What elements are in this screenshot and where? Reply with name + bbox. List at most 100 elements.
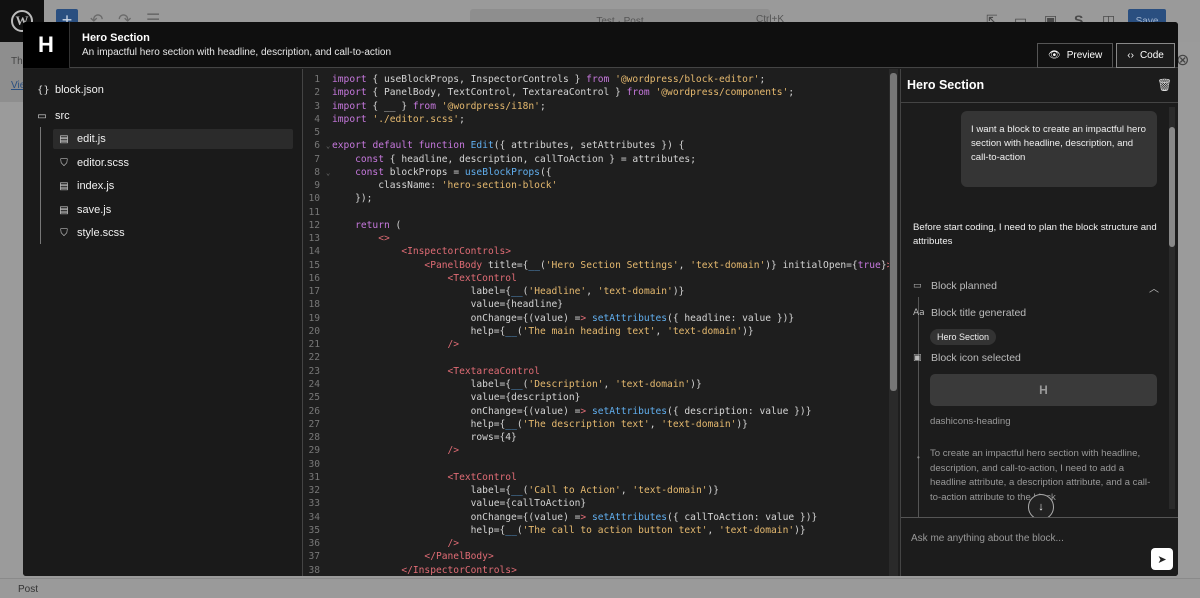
tab-preview-label: Preview (1066, 50, 1103, 61)
code-text: value={headline} (470, 299, 564, 311)
file-editor-scss[interactable]: ⛉ editor.scss (59, 153, 129, 173)
send-button[interactable]: ➤ (1151, 548, 1173, 570)
modal-description: An impactful hero section with headline,… (82, 47, 392, 58)
calendar-icon: ▭ (913, 281, 922, 291)
code-line[interactable]: 26 onChange={(value) => setAttributes({ … (304, 405, 894, 418)
code-text: return ( (355, 219, 402, 231)
code-text: label={__('Headline', 'text-domain')} (470, 286, 685, 298)
file-label: editor.scss (77, 157, 129, 169)
tab-code[interactable]: ‹› Code (1116, 43, 1175, 68)
code-line[interactable]: 1 import { useBlockProps, InspectorContro… (304, 73, 894, 86)
bullet-dot: • (917, 453, 920, 462)
folder-label: src (55, 110, 70, 122)
code-line[interactable]: 17 label={__('Headline', 'text-domain')} (304, 285, 894, 298)
chat-input[interactable] (911, 530, 1131, 546)
modal-header: H Hero Section An impactful hero section… (23, 22, 1178, 68)
code-line[interactable]: 22 (304, 351, 894, 364)
line-number: 35 (308, 524, 320, 536)
step-label: Block planned (931, 280, 997, 292)
code-line[interactable]: 9 className: 'hero-section-block' (304, 179, 894, 192)
folder-src[interactable]: ▭ src (37, 106, 70, 126)
line-number: 16 (308, 272, 320, 284)
code-line[interactable]: 4 import './editor.scss'; (304, 113, 894, 126)
code-line[interactable]: 2 import { PanelBody, TextControl, Textar… (304, 86, 894, 99)
code-line[interactable]: 13 <> (304, 232, 894, 245)
code-text: import { useBlockProps, InspectorControl… (332, 74, 766, 85)
line-number: 25 (308, 392, 320, 404)
line-number: 13 (308, 233, 320, 245)
block-builder-modal: H Hero Section An impactful hero section… (23, 22, 1178, 576)
tab-preview[interactable]: 👁 Preview (1037, 43, 1114, 68)
step-block-planned[interactable]: ▭ Block planned (913, 280, 997, 292)
chevron-up-icon[interactable]: ︿ (1149, 280, 1159, 295)
file-index-js[interactable]: ▤ index.js (59, 176, 114, 196)
chat-scrollbar-thumb[interactable] (1169, 127, 1175, 247)
close-notice-icon[interactable]: ⊗ (1176, 50, 1189, 70)
js-file-icon: ▤ (59, 180, 69, 192)
code-line[interactable]: 32 label={__('Call to Action', 'text-dom… (304, 484, 894, 497)
code-line[interactable]: 18 value={headline} (304, 298, 894, 311)
code-line[interactable]: 12 return ( (304, 219, 894, 232)
line-number: 17 (308, 286, 320, 298)
code-text: import { PanelBody, TextControl, Textare… (332, 87, 795, 99)
line-number: 11 (308, 206, 320, 218)
code-line[interactable]: 7 const { headline, description, callToA… (304, 153, 894, 166)
code-line[interactable]: 15 <PanelBody title={__('Hero Section Se… (304, 259, 894, 272)
image-icon: ▣ (913, 353, 922, 363)
assistant-header: Hero Section 🗑 (901, 69, 1178, 103)
code-line[interactable]: 14 <InspectorControls> (304, 245, 894, 258)
file-edit-js[interactable]: ▤ edit.js (53, 129, 293, 149)
chat-input-area: ➤ (901, 517, 1178, 576)
code-line[interactable]: 19 onChange={(value) => setAttributes({ … (304, 312, 894, 325)
code-line[interactable]: 28 rows={4} (304, 431, 894, 444)
line-number: 10 (308, 193, 320, 205)
code-line[interactable]: 36 /> (304, 537, 894, 550)
code-line[interactable]: 6 ⌄ export default function Edit({ attribu… (304, 139, 894, 152)
code-line[interactable]: 3 import { __ } from '@wordpress/i18n'; (304, 100, 894, 113)
code-line[interactable]: 30 (304, 458, 894, 471)
user-message: I want a block to create an impactful he… (961, 111, 1157, 187)
code-line[interactable]: 27 help={__('The description text', 'tex… (304, 418, 894, 431)
code-scrollbar-thumb[interactable] (890, 73, 897, 391)
code-line[interactable]: 23 <TextareaControl (304, 365, 894, 378)
code-text: /> (447, 339, 460, 351)
code-line[interactable]: 11 (304, 206, 894, 219)
line-number: 34 (308, 511, 320, 523)
steps-guide-line (918, 297, 919, 547)
breadcrumb[interactable]: Post (18, 584, 38, 595)
code-line[interactable]: 10 }); (304, 192, 894, 205)
code-line[interactable]: 5 (304, 126, 894, 139)
code-line[interactable]: 33 value={callToAction} (304, 497, 894, 510)
code-line[interactable]: 29 /> (304, 444, 894, 457)
code-line[interactable]: 34 onChange={(value) => setAttributes({ … (304, 511, 894, 524)
code-line[interactable]: 38 </InspectorControls> (304, 564, 894, 576)
file-save-js[interactable]: ▤ save.js (59, 200, 111, 220)
code-text: /> (447, 445, 460, 457)
file-block-json[interactable]: {} block.json (37, 80, 104, 100)
code-line[interactable]: 31 <TextControl (304, 471, 894, 484)
code-line[interactable]: 16 <TextControl (304, 272, 894, 285)
step-label: Block icon selected (931, 352, 1021, 364)
trash-icon[interactable]: 🗑 (1157, 78, 1172, 92)
code-line[interactable]: 25 value={description} (304, 391, 894, 404)
step-label: Block title generated (931, 307, 1027, 319)
code-line[interactable]: 35 help={__('The call to action button t… (304, 524, 894, 537)
style-file-icon: ⛉ (60, 157, 68, 169)
js-file-icon: ▤ (59, 204, 69, 216)
line-number: 38 (308, 564, 320, 576)
code-line[interactable]: 37 </PanelBody> (304, 550, 894, 563)
file-label: index.js (77, 180, 115, 192)
code-line[interactable]: 8 ⌄ const blockProps = useBlockProps({ (304, 166, 894, 179)
code-scrollbar[interactable] (889, 69, 898, 576)
code-editor[interactable]: 1 import { useBlockProps, InspectorContro… (304, 69, 899, 576)
chat-scrollbar[interactable] (1169, 107, 1175, 509)
tree-indent-guide (40, 127, 41, 244)
code-line[interactable]: 24 label={__('Description', 'text-domain… (304, 378, 894, 391)
file-style-scss[interactable]: ⛉ style.scss (59, 223, 124, 243)
code-line[interactable]: 21 /> (304, 338, 894, 351)
line-number: 30 (308, 458, 320, 470)
step-icon-selected: ▣ Block icon selected (913, 352, 1021, 364)
line-number: 12 (308, 219, 320, 231)
code-line[interactable]: 20 help={__('The main heading text', 'te… (304, 325, 894, 338)
code-text: help={__('The main heading text', 'text-… (470, 325, 754, 337)
